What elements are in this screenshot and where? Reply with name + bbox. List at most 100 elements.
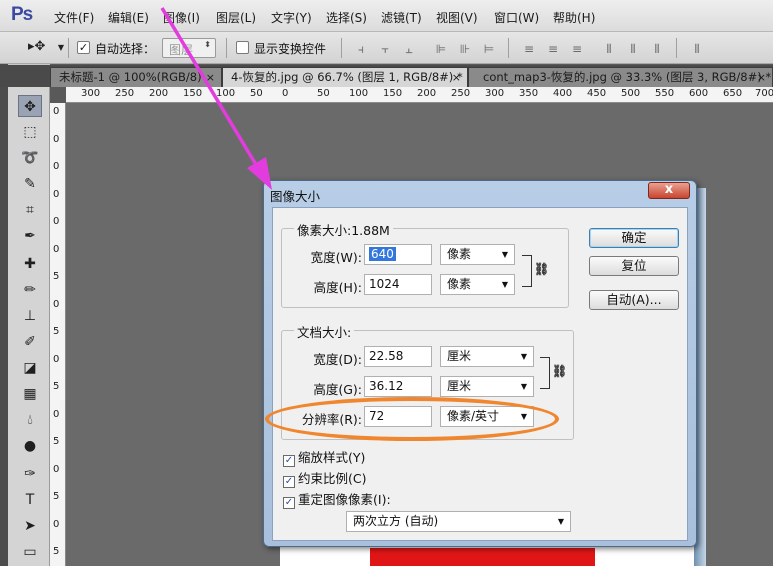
pen-tool-icon[interactable]: ✑ [18,463,42,485]
ruler-label: 0 [53,161,60,172]
align-vcenter-icon[interactable]: ⫟ [378,42,392,56]
auto-align-icon[interactable]: ⦀ [690,42,704,56]
eraser-tool-icon[interactable]: ◪ [18,357,42,379]
auto-select-checkbox[interactable]: ✓ [77,41,90,54]
menu-image[interactable]: 图像(I) [163,9,200,26]
scale-styles-checkbox[interactable]: ✓ 缩放样式(Y) [283,447,365,467]
tab-cont-map3[interactable]: cont_map3-恢复的.jpg @ 33.3% (图层 3, RGB/8#)… [468,67,773,87]
shape-tool-icon[interactable]: ▭ [18,541,42,563]
distribute-vcenter-icon[interactable]: ≡ [546,42,560,56]
marquee-tool-icon[interactable]: ⬚ [18,121,42,143]
ruler-label: 0 [53,519,60,530]
pixel-width-input[interactable]: 640 [364,244,432,265]
pixel-width-unit-select[interactable]: 像素 ▼ [440,244,515,265]
distribute-left-icon[interactable]: ⦀ [602,42,616,56]
distribute-bottom-icon[interactable]: ≡ [570,42,584,56]
doc-height-unit: 厘米 [447,379,472,393]
chevron-down-icon: ▼ [520,352,527,361]
pixel-height-input[interactable]: 1024 [364,274,432,295]
doc-width-unit-select[interactable]: 厘米 ▼ [440,346,534,367]
ruler-label: 350 [519,88,539,99]
align-right-icon[interactable]: ⊨ [482,42,496,56]
close-button[interactable]: x [648,182,690,199]
ruler-label: 200 [149,88,169,99]
eyedropper-tool-icon[interactable]: ✒ [18,225,42,247]
align-hcenter-icon[interactable]: ⊪ [458,42,472,56]
doc-width-input[interactable]: 22.58 [364,346,432,367]
distribute-hcenter-icon[interactable]: ⦀ [626,42,640,56]
close-icon[interactable]: × [206,68,215,87]
history-brush-tool-icon[interactable]: ✐ [18,331,42,353]
ok-button[interactable]: 确定 [589,228,679,248]
checkmark-icon: ✓ [283,497,295,509]
brush-tool-icon[interactable]: ✏ [18,279,42,301]
dodge-tool-icon[interactable]: ● [18,435,42,457]
auto-select-target-select[interactable]: 图层 ⬍ [162,38,216,58]
highlight-ellipse-annotation [265,397,559,441]
distribute-right-icon[interactable]: ⦀ [650,42,664,56]
move-tool-icon[interactable]: ▸✥ [28,40,45,54]
tab-restored-jpg[interactable]: 4-恢复的.jpg @ 66.7% (图层 1, RGB/8#) * × [222,67,468,87]
updown-icon: ⬍ [204,40,211,49]
ruler-label: 500 [621,88,641,99]
move-tool-icon[interactable]: ✥ [18,95,42,117]
doc-width-label: 宽度(D): [313,352,362,367]
chevron-down-icon: ▼ [520,382,527,391]
show-transform-label: 显示变换控件 [254,42,327,56]
menu-bar: Ps 文件(F) 编辑(E) 图像(I) 图层(L) 文字(Y) 选择(S) 滤… [0,0,773,32]
reset-button[interactable]: 复位 [589,256,679,276]
menu-help[interactable]: 帮助(H) [553,9,595,26]
close-icon[interactable]: × [757,68,766,87]
menu-select[interactable]: 选择(S) [326,9,367,26]
resample-checkbox[interactable]: ✓ 重定图像像素(I): [283,489,391,509]
show-transform-checkbox[interactable] [236,41,249,54]
tab-label: 4-恢复的.jpg @ 66.7% (图层 1, RGB/8#) * [231,70,463,84]
quick-select-tool-icon[interactable]: ✎ [18,173,42,195]
resample-method-select[interactable]: 两次立方 (自动) ▼ [346,511,571,532]
menu-file[interactable]: 文件(F) [54,9,94,26]
photoshop-logo: Ps [11,4,33,25]
menu-type[interactable]: 文字(Y) [271,9,312,26]
ruler-label: 5 [53,381,60,392]
constrain-proportions-label: 约束比例(C) [298,471,367,486]
tab-untitled-1[interactable]: 未标题-1 @ 100%(RGB/8) × [50,67,222,87]
blur-tool-icon[interactable]: 💧︎ [18,409,42,431]
ruler-label: 0 [53,216,60,227]
healing-brush-tool-icon[interactable]: ✚ [18,253,42,275]
pixel-width-unit: 像素 [447,247,472,261]
gradient-tool-icon[interactable]: ▦ [18,383,42,405]
ruler-label: 0 [53,189,60,200]
menu-view[interactable]: 视图(V) [436,9,478,26]
separator [341,38,342,58]
checkmark-icon: ✓ [283,455,295,467]
pixel-height-unit-select[interactable]: 像素 ▼ [440,274,515,295]
align-bottom-icon[interactable]: ⫠ [402,42,416,56]
pixel-width-value: 640 [369,247,396,261]
distribute-top-icon[interactable]: ≡ [522,42,536,56]
clone-stamp-tool-icon[interactable]: ⊥ [18,305,42,327]
ruler-label: 550 [655,88,675,99]
path-select-tool-icon[interactable]: ➤ [18,515,42,537]
menu-edit[interactable]: 编辑(E) [108,9,149,26]
menu-filter[interactable]: 滤镜(T) [381,9,422,26]
ruler-label: 0 [53,106,60,117]
document-red-shape [370,548,595,566]
auto-button[interactable]: 自动(A)... [589,290,679,310]
close-icon[interactable]: × [452,68,461,87]
doc-height-input[interactable]: 36.12 [364,376,432,397]
align-top-icon[interactable]: ⫞ [354,42,368,56]
auto-select-target-value: 图层 [169,43,194,57]
crop-tool-icon[interactable]: ⌗ [18,199,42,221]
constrain-proportions-checkbox[interactable]: ✓ 约束比例(C) [283,468,366,488]
doc-height-unit-select[interactable]: 厘米 ▼ [440,376,534,397]
chevron-down-icon: ▼ [501,280,508,289]
lasso-tool-icon[interactable]: ➰ [18,147,42,169]
align-left-icon[interactable]: ⊫ [434,42,448,56]
tool-preset-dropdown-icon[interactable]: ▼ [54,41,68,55]
type-tool-icon[interactable]: T [18,489,42,511]
menu-window[interactable]: 窗口(W) [494,9,539,26]
scale-styles-label: 缩放样式(Y) [298,450,366,465]
menu-layer[interactable]: 图层(L) [216,9,256,26]
auto-select-label: 自动选择： [95,42,156,56]
ruler-label: 250 [451,88,471,99]
